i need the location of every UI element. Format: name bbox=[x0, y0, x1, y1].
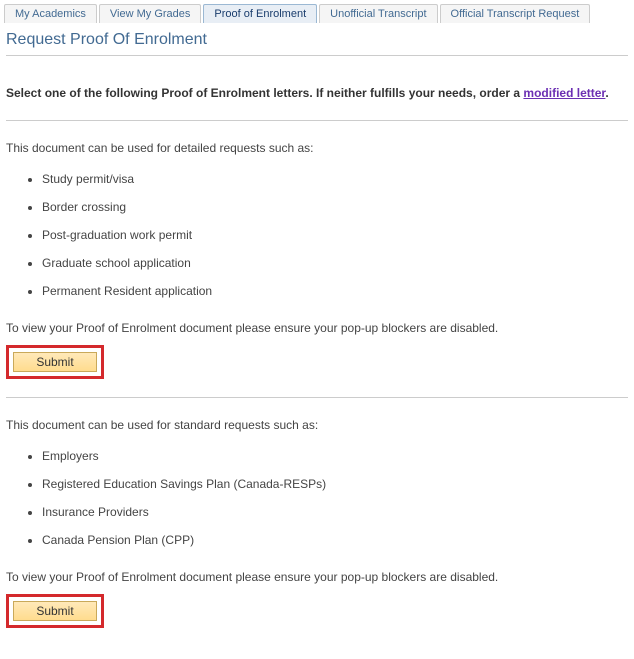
tab-my-academics[interactable]: My Academics bbox=[4, 4, 97, 23]
submit-highlight-detailed: Submit bbox=[6, 345, 104, 379]
tab-view-my-grades[interactable]: View My Grades bbox=[99, 4, 202, 23]
standard-list: Employers Registered Education Savings P… bbox=[42, 442, 628, 554]
tab-official-transcript-request[interactable]: Official Transcript Request bbox=[440, 4, 591, 23]
list-item: Employers bbox=[42, 442, 628, 470]
tab-bar: My Academics View My Grades Proof of Enr… bbox=[0, 0, 634, 23]
page-title: Request Proof Of Enrolment bbox=[6, 31, 628, 49]
popup-note: To view your Proof of Enrolment document… bbox=[6, 321, 628, 335]
instruction-prefix: Select one of the following Proof of Enr… bbox=[6, 86, 523, 100]
list-item: Graduate school application bbox=[42, 249, 628, 277]
list-item: Border crossing bbox=[42, 193, 628, 221]
submit-button-standard[interactable]: Submit bbox=[13, 601, 97, 621]
instruction-text: Select one of the following Proof of Enr… bbox=[6, 84, 628, 102]
submit-highlight-standard: Submit bbox=[6, 594, 104, 628]
detailed-list: Study permit/visa Border crossing Post-g… bbox=[42, 165, 628, 305]
content-area: Request Proof Of Enrolment Select one of… bbox=[0, 23, 634, 642]
tab-proof-of-enrolment[interactable]: Proof of Enrolment bbox=[203, 4, 317, 23]
modified-letter-link[interactable]: modified letter bbox=[523, 86, 605, 100]
divider bbox=[6, 397, 628, 398]
instruction-suffix: . bbox=[605, 86, 608, 100]
standard-intro: This document can be used for standard r… bbox=[6, 418, 628, 432]
list-item: Permanent Resident application bbox=[42, 277, 628, 305]
list-item: Registered Education Savings Plan (Canad… bbox=[42, 470, 628, 498]
standard-section: This document can be used for standard r… bbox=[6, 418, 628, 628]
divider bbox=[6, 120, 628, 121]
detailed-intro: This document can be used for detailed r… bbox=[6, 141, 628, 155]
popup-note: To view your Proof of Enrolment document… bbox=[6, 570, 628, 584]
detailed-section: This document can be used for detailed r… bbox=[6, 141, 628, 379]
list-item: Insurance Providers bbox=[42, 498, 628, 526]
list-item: Post-graduation work permit bbox=[42, 221, 628, 249]
divider bbox=[6, 55, 628, 56]
list-item: Canada Pension Plan (CPP) bbox=[42, 526, 628, 554]
tab-unofficial-transcript[interactable]: Unofficial Transcript bbox=[319, 4, 437, 23]
submit-button-detailed[interactable]: Submit bbox=[13, 352, 97, 372]
list-item: Study permit/visa bbox=[42, 165, 628, 193]
